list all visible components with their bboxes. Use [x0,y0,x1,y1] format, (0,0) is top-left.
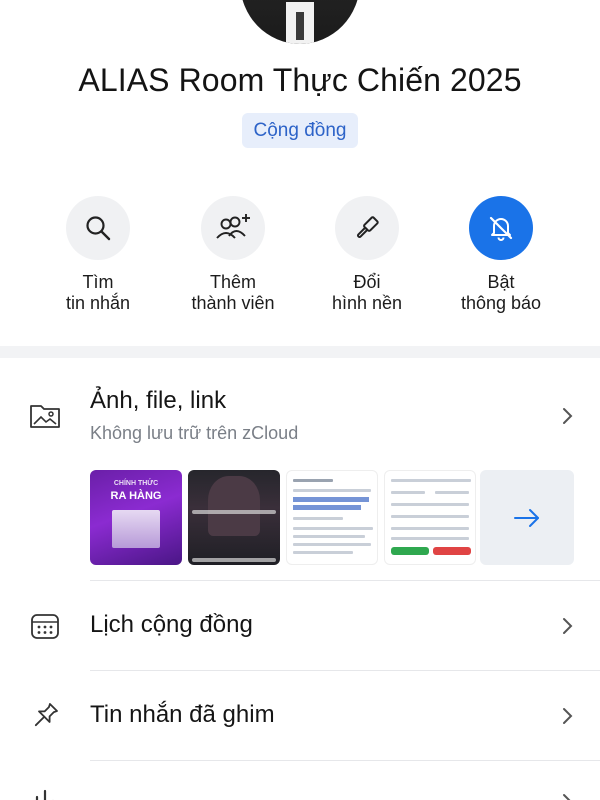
notifications-label: Bật thông báo [460,272,542,313]
video-frame-figure [208,476,260,536]
building-image [112,510,160,548]
chevron-right-icon [563,408,573,424]
add-member-label: Thêm thành viên [191,272,275,313]
media-thumbnail[interactable] [188,470,280,565]
search-messages-label: Tìm tin nhắn [65,272,131,313]
row-divider [90,760,600,761]
thumbnail-caption-small: CHÍNH THỨC [113,480,159,487]
search-messages-action[interactable]: Tìm tin nhắn [33,196,163,314]
change-wallpaper-action[interactable]: Đổi hình nền [302,196,432,314]
bell-off-icon [469,196,533,260]
avatar-tie [296,12,304,40]
change-wallpaper-label: Đổi hình nền [331,272,403,313]
community-calendar-label: Lịch cộng đồng [90,611,253,638]
group-name: ALIAS Room Thực Chiến 2025 [78,62,522,98]
photo-folder-icon [28,398,62,432]
row-divider [90,580,600,581]
row-divider [90,670,600,671]
media-thumbnail[interactable] [286,470,378,565]
add-people-icon [201,196,265,260]
thumbnail-caption-large: RA HÀNG [110,490,162,502]
section-divider [0,346,600,358]
group-avatar[interactable] [240,0,360,44]
notifications-action[interactable]: Bật thông báo [436,196,566,314]
arrow-right-icon [514,508,539,527]
chevron-right-icon [563,618,573,634]
media-subtitle: Không lưu trữ trên zCloud [90,423,299,443]
community-badge[interactable]: Cộng đồng [242,113,358,148]
poll-chart-icon [28,786,62,800]
media-title: Ảnh, file, link [90,387,227,414]
media-thumbnail[interactable] [384,470,476,565]
paint-brush-icon [335,196,399,260]
add-member-action[interactable]: Thêm thành viên [168,196,298,314]
media-thumbnail[interactable]: CHÍNH THỨC RA HÀNG [90,470,182,565]
view-all-media-button[interactable] [480,470,574,565]
pinned-messages-label: Tin nhắn đã ghim [90,701,275,728]
chevron-right-icon [563,708,573,724]
search-icon [66,196,130,260]
chevron-right-icon [563,794,571,800]
pin-icon [28,699,62,733]
calendar-icon [28,609,62,643]
quick-actions: Tìm tin nhắn Thêm thành viên Đổi hình nề… [0,196,600,326]
